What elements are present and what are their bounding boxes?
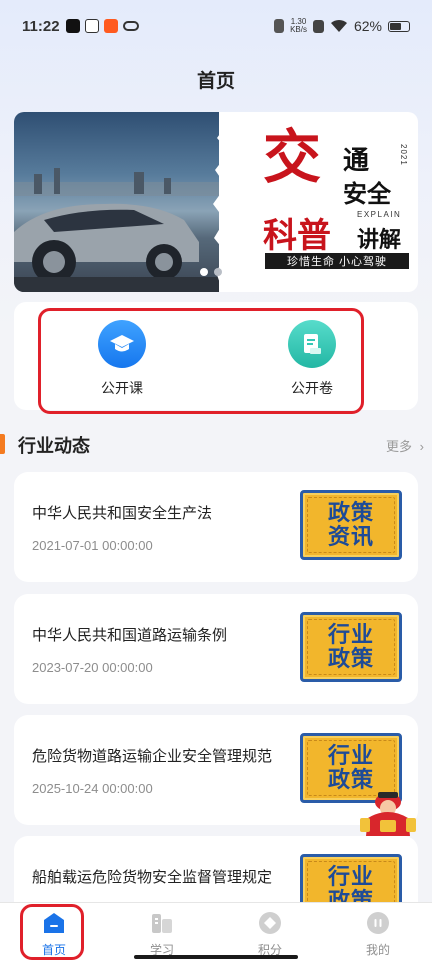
banner-word-1: 通 [343, 146, 370, 176]
home-indicator-bar [134, 955, 298, 959]
battery-level-fill [390, 22, 401, 30]
thumbnail-text-line2: 政策 [327, 646, 374, 671]
tab-profile-label: 我的 [365, 943, 390, 957]
banner-explain: EXPLAIN [357, 210, 402, 219]
news-thumbnail: 行业 政策 [300, 612, 402, 682]
news-title: 船舶载运危险货物安全监督管理规定 [32, 869, 273, 886]
banner-slogan: 珍惜生命 小心驾驶 [286, 256, 388, 268]
banner-car-image [14, 112, 219, 292]
news-thumbnail: 政策 资讯 [300, 490, 402, 560]
status-bar: 11:22 1.30 KB/s 62% [0, 0, 432, 52]
carousel-indicator [200, 268, 222, 276]
study-icon [150, 911, 174, 935]
banner-text-area: 交 通 安全 2021 科普 EXPLAIN 讲解 珍惜生命 小心驾驶 [219, 112, 418, 292]
news-title: 中华人民共和国安全生产法 [32, 505, 213, 522]
vibrate-icon [274, 19, 285, 33]
status-time: 11:22 [22, 17, 60, 35]
banner-big-word: 科普 [263, 216, 331, 256]
thumbnail-text-line1: 行业 [327, 743, 374, 768]
carousel-dot-active[interactable] [200, 268, 208, 276]
carousel-dot[interactable] [214, 268, 222, 276]
battery-icon [388, 20, 410, 32]
banner-word-2: 安全 [343, 179, 391, 208]
section-title: 行业动态 [18, 436, 90, 456]
news-title: 危险货物道路运输企业安全管理规范 [32, 748, 273, 765]
banner-slogan-strip: 珍惜生命 小心驾驶 [265, 253, 409, 269]
points-icon [258, 911, 282, 935]
thumbnail-text-line1: 行业 [327, 864, 374, 889]
thumbnail-text-line1: 政策 [327, 500, 374, 525]
highlight-box-home-tab [20, 904, 84, 960]
news-card[interactable]: 中华人民共和国道路运输条例 2023-07-20 00:00:00 行业 政策 [14, 594, 418, 704]
app-notification-icon [84, 19, 99, 33]
news-date: 2021-07-01 00:00:00 [32, 538, 153, 553]
wifi-icon [330, 19, 347, 32]
tab-profile[interactable]: 我的 [348, 911, 408, 958]
more-link-label: 更多 [386, 439, 413, 454]
sports-car-illustration [14, 168, 219, 292]
more-link[interactable]: 更多 › [386, 436, 424, 455]
chevron-right-icon: › [419, 439, 424, 454]
news-card[interactable]: 中华人民共和国安全生产法 2021-07-01 00:00:00 政策 资讯 [14, 472, 418, 582]
page-title: 首页 [196, 71, 235, 92]
banner-year: 2021 [399, 144, 408, 166]
news-date: 2025-10-24 00:00:00 [32, 781, 153, 796]
shopping-app-icon [103, 19, 118, 33]
tab-points[interactable]: 积分 [240, 911, 300, 958]
highlight-box-quick-actions [38, 308, 364, 414]
battery-percentage: 62% [353, 18, 382, 34]
section-accent-bar [0, 434, 5, 454]
banner-word-3: 讲解 [357, 227, 402, 253]
thumbnail-text-line2: 资讯 [327, 524, 374, 549]
banner-carousel[interactable]: 交 通 安全 2021 科普 EXPLAIN 讲解 珍惜生命 小心驾驶 [14, 112, 418, 292]
sim-off-icon [312, 19, 324, 33]
profile-icon [366, 911, 390, 935]
network-speed: 1.30 KB/s [290, 18, 307, 34]
god-of-wealth-mascot-icon[interactable] [358, 788, 418, 840]
tiktok-icon [65, 19, 80, 33]
industry-news-header: 行业动态 更多 › [0, 432, 432, 458]
thumbnail-text-line1: 行业 [327, 622, 374, 647]
banner-big-char: 交 [263, 123, 322, 191]
tab-study[interactable]: 学习 [132, 911, 192, 958]
link-icon [122, 21, 139, 31]
network-speed-unit: KB/s [290, 25, 307, 34]
news-title: 中华人民共和国道路运输条例 [32, 627, 228, 644]
news-date: 2023-07-20 00:00:00 [32, 660, 153, 675]
